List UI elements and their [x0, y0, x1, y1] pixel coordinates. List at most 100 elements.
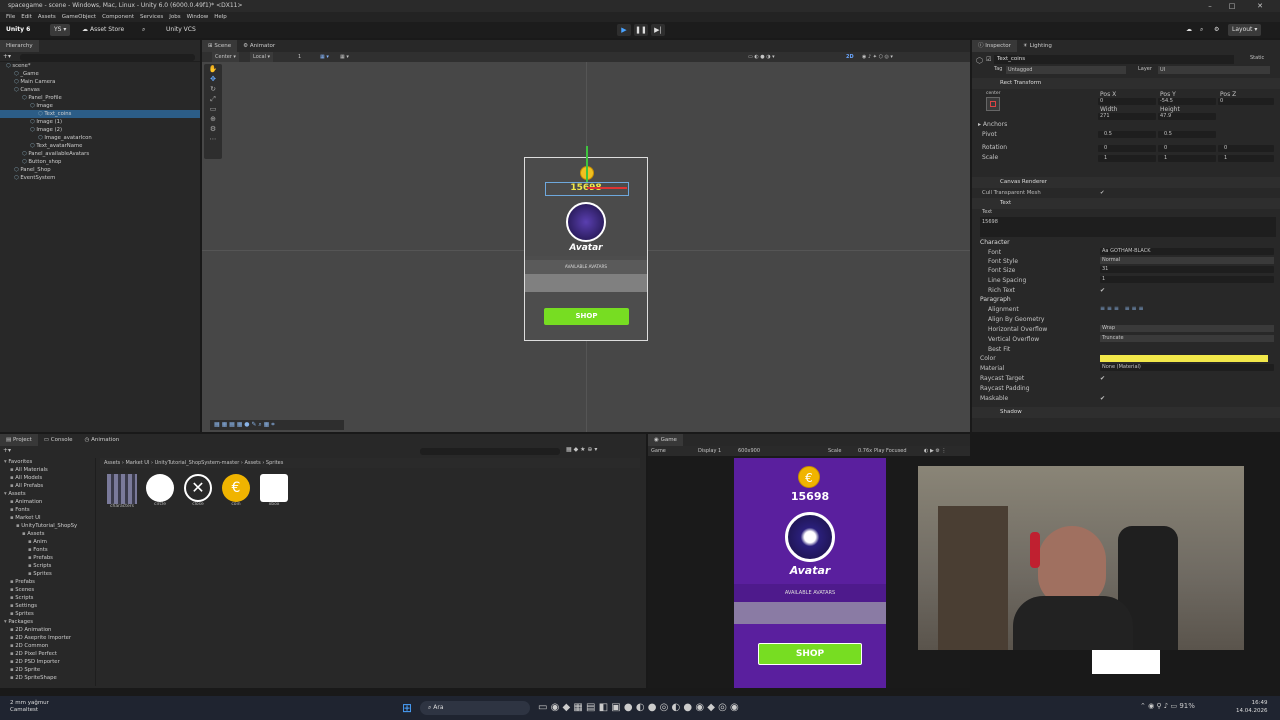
- width-field[interactable]: 271: [1098, 113, 1156, 120]
- menu-file[interactable]: File: [6, 14, 15, 20]
- grid-snap-icon[interactable]: ▦ ▾: [320, 52, 329, 62]
- menu-jobs[interactable]: Jobs: [169, 14, 180, 20]
- breadcrumb-0[interactable]: Assets: [104, 460, 120, 466]
- layout-dropdown[interactable]: Layout ▾: [1228, 24, 1262, 36]
- project-search-input[interactable]: [420, 448, 560, 455]
- hierarchy-item[interactable]: ⬡ Image (2): [0, 126, 200, 134]
- overlay-toolbar[interactable]: ▦ ▦ ▦ ▦ ● ✎ ⌕ ▦ ⌗: [210, 420, 344, 430]
- project-folder[interactable]: ▾ Assets: [0, 490, 95, 498]
- layer-dropdown[interactable]: UI: [1158, 66, 1270, 74]
- project-folder[interactable]: ▪ Scripts: [0, 562, 95, 570]
- windows-start-icon[interactable]: ⊞: [402, 702, 414, 714]
- version-control-button[interactable]: Unity VCS: [166, 22, 196, 38]
- cloud-icon[interactable]: ☁: [82, 22, 88, 38]
- project-folder[interactable]: ▪ All Models: [0, 474, 95, 482]
- rect-tool-icon[interactable]: ▭: [204, 104, 222, 114]
- anchor-preset-button[interactable]: [986, 97, 1000, 111]
- search-icon[interactable]: ⌕: [142, 22, 145, 38]
- hierarchy-item[interactable]: ⬡ Text_avatarName: [0, 142, 200, 150]
- hierarchy-item[interactable]: ⬡ Panel_Shop: [0, 166, 200, 174]
- project-folder[interactable]: ▪ Sprites: [0, 570, 95, 578]
- color-swatch[interactable]: [1100, 355, 1268, 362]
- tab-scene[interactable]: ⊞ Scene: [202, 40, 238, 52]
- cloud-services-icon[interactable]: ☁: [1186, 22, 1192, 38]
- font-style-dropdown[interactable]: Normal: [1100, 257, 1274, 264]
- tab-animation[interactable]: ◷ Animation: [79, 434, 126, 446]
- canvas-renderer-header[interactable]: Canvas Renderer: [972, 177, 1280, 188]
- project-folder[interactable]: ▪ Animation: [0, 498, 95, 506]
- hierarchy-item[interactable]: ⬡ EventSystem: [0, 174, 200, 182]
- minimize-button[interactable]: –: [1200, 0, 1220, 12]
- scale-tool-icon[interactable]: ⤢: [204, 94, 222, 104]
- grid-value[interactable]: 1: [298, 52, 301, 62]
- project-folder[interactable]: ▪ Prefabs: [0, 554, 95, 562]
- add-icon[interactable]: +▾: [3, 53, 11, 60]
- hierarchy-item[interactable]: ⬡ Image_avatarIcon: [0, 134, 200, 142]
- project-folder[interactable]: ▪ Prefabs: [0, 578, 95, 586]
- hierarchy-item[interactable]: ⬡ Canvas: [0, 86, 200, 94]
- active-checkbox[interactable]: ☑: [986, 56, 991, 63]
- project-folder[interactable]: ▪ All Materials: [0, 466, 95, 474]
- pivot-dropdown[interactable]: Center ▾: [212, 52, 239, 62]
- step-button[interactable]: ▶|: [651, 24, 665, 36]
- breadcrumb-4[interactable]: Sprites: [266, 460, 283, 466]
- asset-xbox[interactable]: xbox: [258, 474, 290, 507]
- hierarchy-item[interactable]: ⬡ Panel_Profile: [0, 94, 200, 102]
- raycast-padding-label[interactable]: Raycast Padding: [980, 385, 1030, 392]
- object-name-field[interactable]: Text_coins: [994, 55, 1234, 64]
- hand-tool-icon[interactable]: ✋: [204, 64, 222, 74]
- project-folder[interactable]: ▪ Fonts: [0, 506, 95, 514]
- breadcrumb-1[interactable]: Market UI: [125, 460, 149, 466]
- project-folder[interactable]: ▪ 2D PSD Importer: [0, 658, 95, 666]
- text-component-header[interactable]: Text: [972, 198, 1280, 209]
- font-size-field[interactable]: 31: [1100, 266, 1274, 273]
- maskable-checkbox[interactable]: ✔: [1100, 395, 1105, 402]
- rich-text-checkbox[interactable]: ✔: [1100, 287, 1105, 294]
- project-folder[interactable]: ▾ Favorites: [0, 458, 95, 466]
- project-folder[interactable]: ▪ Scenes: [0, 586, 95, 594]
- transform-tool-icon[interactable]: ⊕: [204, 114, 222, 124]
- project-folder[interactable]: ▾ Packages: [0, 618, 95, 626]
- hierarchy-item[interactable]: ⬡ scene*: [0, 62, 200, 70]
- project-folder[interactable]: ▪ Settings: [0, 602, 95, 610]
- unity-account[interactable]: Unity 6: [6, 22, 30, 38]
- hierarchy-item[interactable]: ⬡ Image (1): [0, 118, 200, 126]
- tab-game[interactable]: ◉ Game: [648, 434, 683, 446]
- vertical-overflow-dropdown[interactable]: Truncate: [1100, 335, 1274, 342]
- move-gizmo-y[interactable]: [586, 146, 588, 182]
- project-folder[interactable]: ▪ Scripts: [0, 594, 95, 602]
- scale-value[interactable]: 0.76x: [858, 446, 872, 456]
- clock[interactable]: 16:49 14.04.2026: [1236, 699, 1268, 715]
- breadcrumb-2[interactable]: UnityTutorial_ShopSystem-master: [155, 460, 240, 466]
- 2d-toggle[interactable]: 2D: [846, 52, 854, 62]
- resolution-dropdown[interactable]: 600x900: [738, 446, 760, 456]
- project-folder[interactable]: ▪ All Prefabs: [0, 482, 95, 490]
- taskbar-apps[interactable]: ▭ ◉ ◆ ▦ ▤ ◧ ▣ ● ◐ ● ◎ ◐ ● ◉ ◆ ◎ ◉: [538, 702, 739, 714]
- rotate-tool-icon[interactable]: ↻: [204, 84, 222, 94]
- settings-icon[interactable]: ⚙: [1214, 22, 1219, 38]
- asset-store-button[interactable]: Asset Store: [90, 22, 124, 38]
- menu-help[interactable]: Help: [214, 14, 227, 20]
- tab-lighting[interactable]: ☀ Lighting: [1017, 40, 1058, 52]
- hierarchy-item[interactable]: ⬡ Text_coins: [0, 110, 200, 118]
- shadow-header[interactable]: Shadow: [972, 407, 1280, 418]
- hierarchy-tab[interactable]: Hierarchy: [0, 40, 39, 52]
- scale-x-field[interactable]: 1: [1098, 155, 1156, 162]
- game-mode-dropdown[interactable]: Game: [651, 446, 666, 456]
- hierarchy-item[interactable]: ⬡ _Game: [0, 70, 200, 78]
- hierarchy-item[interactable]: ⬡ Image: [0, 102, 200, 110]
- tab-console[interactable]: ▭ Console: [38, 434, 79, 446]
- menu-services[interactable]: Services: [140, 14, 163, 20]
- pos-y-field[interactable]: -54.5: [1158, 98, 1216, 105]
- font-field[interactable]: Aa GOTHAM-BLACK: [1100, 248, 1274, 255]
- play-focused-dropdown[interactable]: Play Focused: [874, 446, 907, 456]
- move-tool-icon[interactable]: ✥: [204, 74, 222, 84]
- project-folder[interactable]: ▪ 2D Common: [0, 642, 95, 650]
- scale-z-field[interactable]: 1: [1218, 155, 1274, 162]
- tab-animator[interactable]: ⚙ Animator: [237, 40, 281, 52]
- asset-circle[interactable]: circle: [144, 474, 176, 507]
- pivot-y-field[interactable]: 0.5: [1158, 131, 1216, 138]
- horizontal-overflow-dropdown[interactable]: Wrap: [1100, 325, 1274, 332]
- height-field[interactable]: 47.9: [1158, 113, 1216, 120]
- rot-y-field[interactable]: 0: [1158, 145, 1216, 152]
